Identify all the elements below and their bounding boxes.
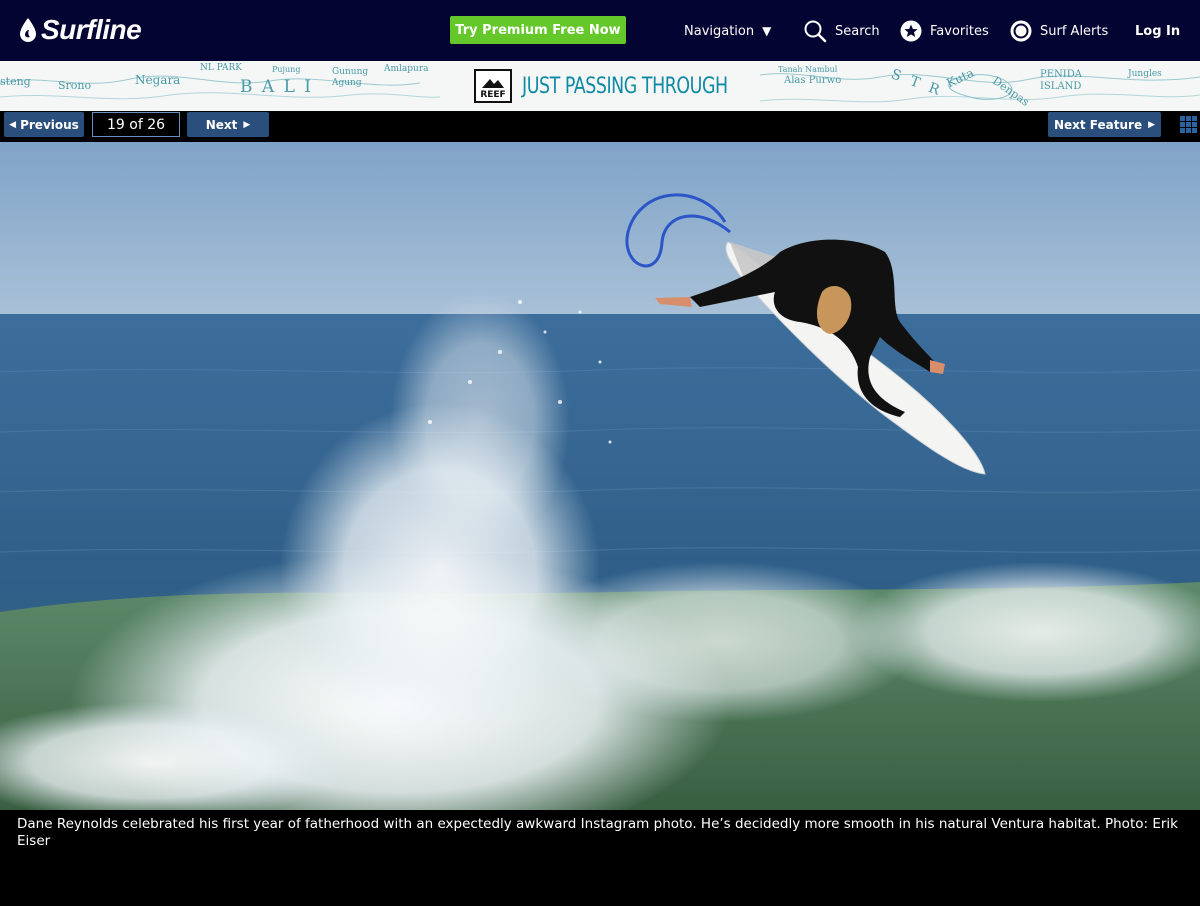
surfline-logo[interactable]: Surfline: [18, 14, 142, 46]
logo-wordmark: Surfline: [41, 14, 142, 45]
gallery-toolbar: ◀ Previous 19 of 26 Next ▶ Next Feature …: [0, 111, 1200, 142]
previous-label: Previous: [20, 117, 79, 132]
map-label: Alas Purwo: [784, 75, 842, 86]
map-label: B A L I: [240, 77, 313, 97]
previous-button[interactable]: ◀ Previous: [4, 112, 84, 137]
map-label: Gunung Agung: [332, 67, 369, 88]
search-icon: [804, 20, 827, 43]
reef-ad-banner[interactable]: steng Srono Negara NL PARK B A L I Gunun…: [0, 61, 1200, 112]
top-navigation-bar: Surfline Try Premium Free Now Navigation…: [0, 0, 1200, 61]
surf-alerts-button[interactable]: Surf Alerts: [1010, 18, 1108, 44]
star-icon: [900, 20, 922, 42]
next-label: Next: [205, 117, 238, 132]
ad-brand-block: REEF JUST PASSING THROUGH: [474, 69, 756, 103]
ad-headline: JUST PASSING THROUGH: [522, 73, 728, 99]
slide-counter: 19 of 26: [92, 112, 180, 137]
surf-photo: [0, 142, 1200, 810]
surf-alerts-label: Surf Alerts: [1040, 23, 1109, 39]
map-label: steng: [0, 75, 31, 88]
next-feature-button[interactable]: Next Feature ▶: [1048, 112, 1161, 137]
water-drop-icon: [20, 18, 36, 42]
map-label: Jungles: [1128, 69, 1162, 79]
alert-icon: [1010, 20, 1032, 42]
map-label: Negara: [135, 73, 181, 87]
map-label: Srono: [58, 79, 92, 92]
search-label: Search: [835, 23, 880, 39]
favorites-button[interactable]: Favorites: [900, 18, 989, 44]
map-label: NL PARK: [200, 63, 242, 73]
map-label: Tanah Nambul: [778, 65, 838, 74]
next-button[interactable]: Next ▶: [187, 112, 269, 137]
map-label: Amlapura: [384, 64, 429, 74]
caret-right-icon: ▶: [243, 119, 251, 130]
map-label: Pujung: [272, 65, 301, 74]
reef-wave-icon: [482, 79, 504, 88]
login-link[interactable]: Log In: [1135, 18, 1180, 44]
map-label: PENIDA ISLAND: [1040, 69, 1082, 92]
grid-view-icon[interactable]: [1180, 116, 1197, 133]
try-premium-button[interactable]: Try Premium Free Now: [450, 16, 626, 44]
photo-caption: Dane Reynolds celebrated his first year …: [17, 816, 1178, 849]
reef-wordmark: REEF: [480, 90, 506, 100]
caret-left-icon: ◀: [9, 119, 17, 130]
navigation-menu[interactable]: Navigation ▼: [684, 18, 771, 44]
favorites-label: Favorites: [930, 23, 989, 39]
navigation-label: Navigation: [684, 23, 755, 39]
search-button[interactable]: Search: [803, 18, 880, 44]
caret-right-icon: ▶: [1148, 119, 1156, 130]
caret-down-icon: ▼: [762, 24, 772, 38]
reef-logo: REEF: [474, 69, 512, 103]
next-feature-label: Next Feature: [1053, 117, 1143, 132]
